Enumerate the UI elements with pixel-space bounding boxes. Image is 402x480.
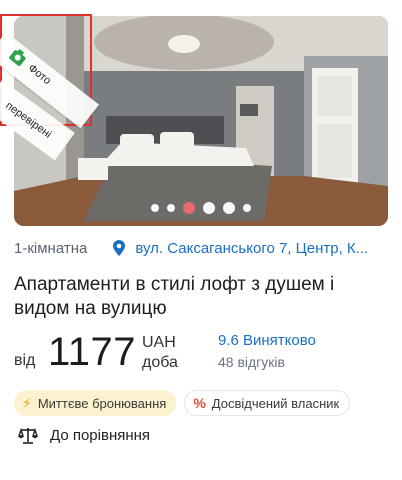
- gallery-dot[interactable]: [167, 204, 175, 212]
- instant-booking-label: Миттєве бронювання: [37, 395, 167, 411]
- gallery-dot[interactable]: [203, 202, 215, 214]
- rating-label[interactable]: 9.6 Винятково: [218, 332, 316, 349]
- gallery-dot[interactable]: [243, 204, 251, 212]
- address-link[interactable]: вул. Саксаганського 7, Центр, К...: [135, 240, 368, 257]
- price-value: 1177: [48, 330, 137, 374]
- verified-photos-badge: Фото перевірені: [0, 14, 99, 161]
- experienced-owner-label: Досвідчений власник: [211, 395, 340, 411]
- lightning-icon: ⚡: [22, 394, 32, 411]
- gallery-dot[interactable]: [151, 204, 159, 212]
- gallery-dot-active[interactable]: [183, 202, 195, 214]
- add-to-compare-button[interactable]: До порівняння: [18, 426, 150, 444]
- percent-icon: %: [193, 395, 206, 411]
- gallery-dot[interactable]: [223, 202, 235, 214]
- price-prefix: від: [14, 352, 36, 369]
- compare-label: До порівняння: [50, 426, 151, 444]
- feature-badges: ⚡ Миттєве бронювання % Досвідчений власн…: [14, 390, 351, 416]
- experienced-owner-badge: % Досвідчений власник: [184, 390, 351, 416]
- map-pin-icon: [113, 240, 126, 256]
- scales-icon: [18, 427, 38, 444]
- gallery-pagination[interactable]: [14, 202, 388, 214]
- price-currency: UAH: [142, 334, 176, 351]
- reviews-count[interactable]: 48 відгуків: [218, 354, 285, 370]
- rooms-label: 1-кімнатна: [14, 239, 88, 257]
- price-period: доба: [142, 354, 178, 371]
- instant-booking-badge: ⚡ Миттєве бронювання: [14, 390, 177, 416]
- verified-line1: Фото: [25, 62, 54, 88]
- listing-card[interactable]: Фото перевірені 1-кімнатна вул. Саксаган…: [0, 0, 402, 480]
- listing-meta-row: 1-кімнатна вул. Саксаганського 7, Центр,…: [14, 238, 394, 258]
- listing-title[interactable]: Апартаменти в стилі лофт з душем і видом…: [14, 273, 384, 321]
- camera-icon: [8, 49, 27, 67]
